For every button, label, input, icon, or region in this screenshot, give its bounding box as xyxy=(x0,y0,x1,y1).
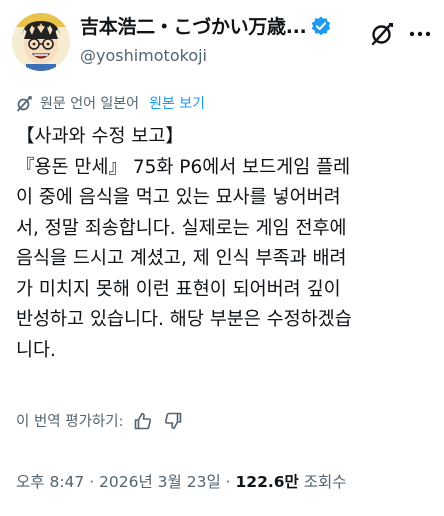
views-count: 122.6만 xyxy=(235,473,299,491)
post-line: 【사과와 수정 보고】 xyxy=(16,126,184,147)
post-line: 반성하고 있습니다. 해당 부분은 수정하겠습 xyxy=(16,309,352,330)
meta-separator: · xyxy=(220,473,236,491)
translation-rating: 이 번역 평가하기: xyxy=(16,410,183,431)
meta-separator: · xyxy=(84,473,100,491)
show-original-link[interactable]: 원본 보기 xyxy=(149,93,205,113)
verified-badge-icon[interactable] xyxy=(310,15,332,37)
post-time[interactable]: 오후 8:47 xyxy=(16,473,84,491)
author-name-row: 吉本浩二・こづかい万歳... xyxy=(80,12,380,39)
post-line: 니다. xyxy=(16,339,56,361)
thumbs-down-icon[interactable] xyxy=(163,411,183,431)
grok-icon[interactable] xyxy=(366,18,398,50)
thumbs-up-icon[interactable] xyxy=(133,411,153,431)
more-icon[interactable] xyxy=(404,18,436,50)
rating-label: 이 번역 평가하기: xyxy=(16,414,124,430)
translate-icon xyxy=(16,95,33,112)
author-display-name[interactable]: 吉本浩二・こづかい万歳... xyxy=(80,12,306,39)
post-line: 『용돈 만세』 75화 P6에서 보드게임 플레 xyxy=(16,156,351,178)
post-line: 가 미치지 못해 이런 표현이 되어버려 깊이 xyxy=(16,278,341,300)
translation-notice: 원문 언어 일본어 원본 보기 xyxy=(16,93,205,113)
post-line: 이 중에 음식을 먹고 있는 묘사를 넣어버려 xyxy=(16,187,341,208)
post-line: 음식을 드시고 계셨고, 제 인식 부족과 배려 xyxy=(16,248,347,269)
avatar[interactable] xyxy=(12,13,70,71)
author-handle[interactable]: @yoshimotokoji xyxy=(80,46,207,65)
post-date[interactable]: 2026년 3월 23일 xyxy=(99,473,221,491)
post-metadata: 오후 8:47 · 2026년 3월 23일 · 122.6만 조회수 xyxy=(16,470,347,492)
post-text: 【사과와 수정 보고】 『용돈 만세』 75화 P6에서 보드게임 플레 이 중… xyxy=(16,122,440,366)
views-label: 조회수 xyxy=(298,473,347,491)
translation-note: 원문 언어 일본어 xyxy=(40,96,140,112)
post-line: 서, 정말 죄송합니다. 실제로는 게임 전후에 xyxy=(16,217,347,239)
